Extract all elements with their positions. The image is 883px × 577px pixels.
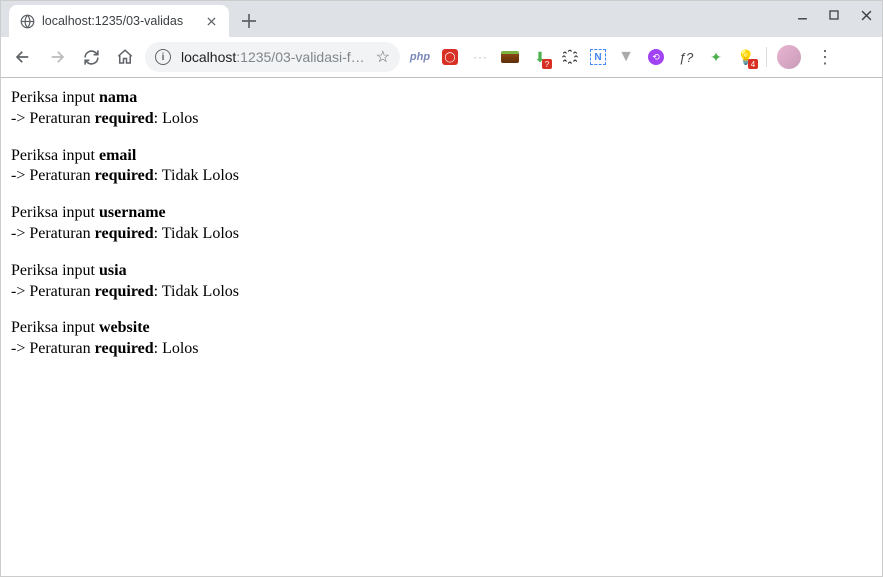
bookmark-star-icon[interactable]: ☆ [376,47,390,67]
notion-extension-icon[interactable]: N [590,49,606,65]
divider [766,47,767,67]
home-button[interactable] [111,43,139,71]
php-extension-icon[interactable]: php [410,47,430,67]
forward-button[interactable] [43,43,71,71]
window-controls [792,5,876,25]
rule-name: required [95,167,154,184]
download-extension-icon[interactable]: ⬇? [530,47,550,67]
maximize-button[interactable] [824,5,844,25]
validation-block: Periksa input nama-> Peraturan required:… [11,88,872,130]
close-icon[interactable] [203,13,219,29]
minimize-button[interactable] [792,5,812,25]
extension-icon[interactable]: ⋯ [470,47,490,67]
validation-block: Periksa input website-> Peraturan requir… [11,318,872,360]
validation-check-line: Periksa input username [11,203,872,224]
back-button[interactable] [9,43,37,71]
field-name: usia [99,262,127,279]
validation-block: Periksa input email-> Peraturan required… [11,146,872,188]
lighthouse-icon[interactable]: 💡4 [736,47,756,67]
info-icon[interactable]: i [155,49,171,65]
validation-block: Periksa input usia-> Peraturan required:… [11,261,872,303]
address-bar[interactable]: i localhost:1235/03-validasi-f… ☆ [145,42,400,72]
validation-check-line: Periksa input email [11,146,872,167]
validation-rule-line: -> Peraturan required: Tidak Lolos [11,224,872,245]
rule-name: required [95,340,154,357]
rule-name: required [95,110,154,127]
field-name: username [99,204,166,221]
tab-title: localhost:1235/03-validas [42,14,196,28]
rule-name: required [95,225,154,242]
profile-avatar[interactable] [777,45,801,69]
gnome-extension-icon[interactable]: ҈ [560,47,580,67]
toolbar: i localhost:1235/03-validasi-f… ☆ php ◯ … [1,37,882,77]
menu-button[interactable]: ⋮ [811,43,839,71]
browser-tab[interactable]: localhost:1235/03-validas [9,5,229,37]
page-content: Periksa input nama-> Peraturan required:… [1,78,882,370]
url-text: localhost:1235/03-validasi-f… [181,49,366,65]
vue-extension-icon[interactable]: ▼ [616,47,636,67]
extensions-area: php ◯ ⋯ ⬇? ҈ N ▼ ⟲ ƒ? ✦ 💡4 ⋮ [406,43,843,71]
field-name: nama [99,89,137,106]
validation-check-line: Periksa input nama [11,88,872,109]
field-name: website [99,319,150,336]
extension-icon[interactable]: ⟲ [646,47,666,67]
validation-check-line: Periksa input usia [11,261,872,282]
ublock-icon[interactable]: ◯ [440,47,460,67]
validation-rule-line: -> Peraturan required: Tidak Lolos [11,282,872,303]
rule-name: required [95,283,154,300]
extension-icon[interactable]: ✦ [706,47,726,67]
validation-check-line: Periksa input website [11,318,872,339]
wappalyzer-icon[interactable]: ƒ? [676,47,696,67]
browser-chrome: localhost:1235/03-validas [1,1,882,78]
tab-bar: localhost:1235/03-validas [1,1,882,37]
globe-icon [19,13,35,29]
validation-rule-line: -> Peraturan required: Lolos [11,339,872,360]
validation-block: Periksa input username-> Peraturan requi… [11,203,872,245]
new-tab-button[interactable] [235,7,263,35]
close-window-button[interactable] [856,5,876,25]
field-name: email [99,147,136,164]
validation-rule-line: -> Peraturan required: Tidak Lolos [11,166,872,187]
extension-icon[interactable] [500,47,520,67]
validation-rule-line: -> Peraturan required: Lolos [11,109,872,130]
reload-button[interactable] [77,43,105,71]
